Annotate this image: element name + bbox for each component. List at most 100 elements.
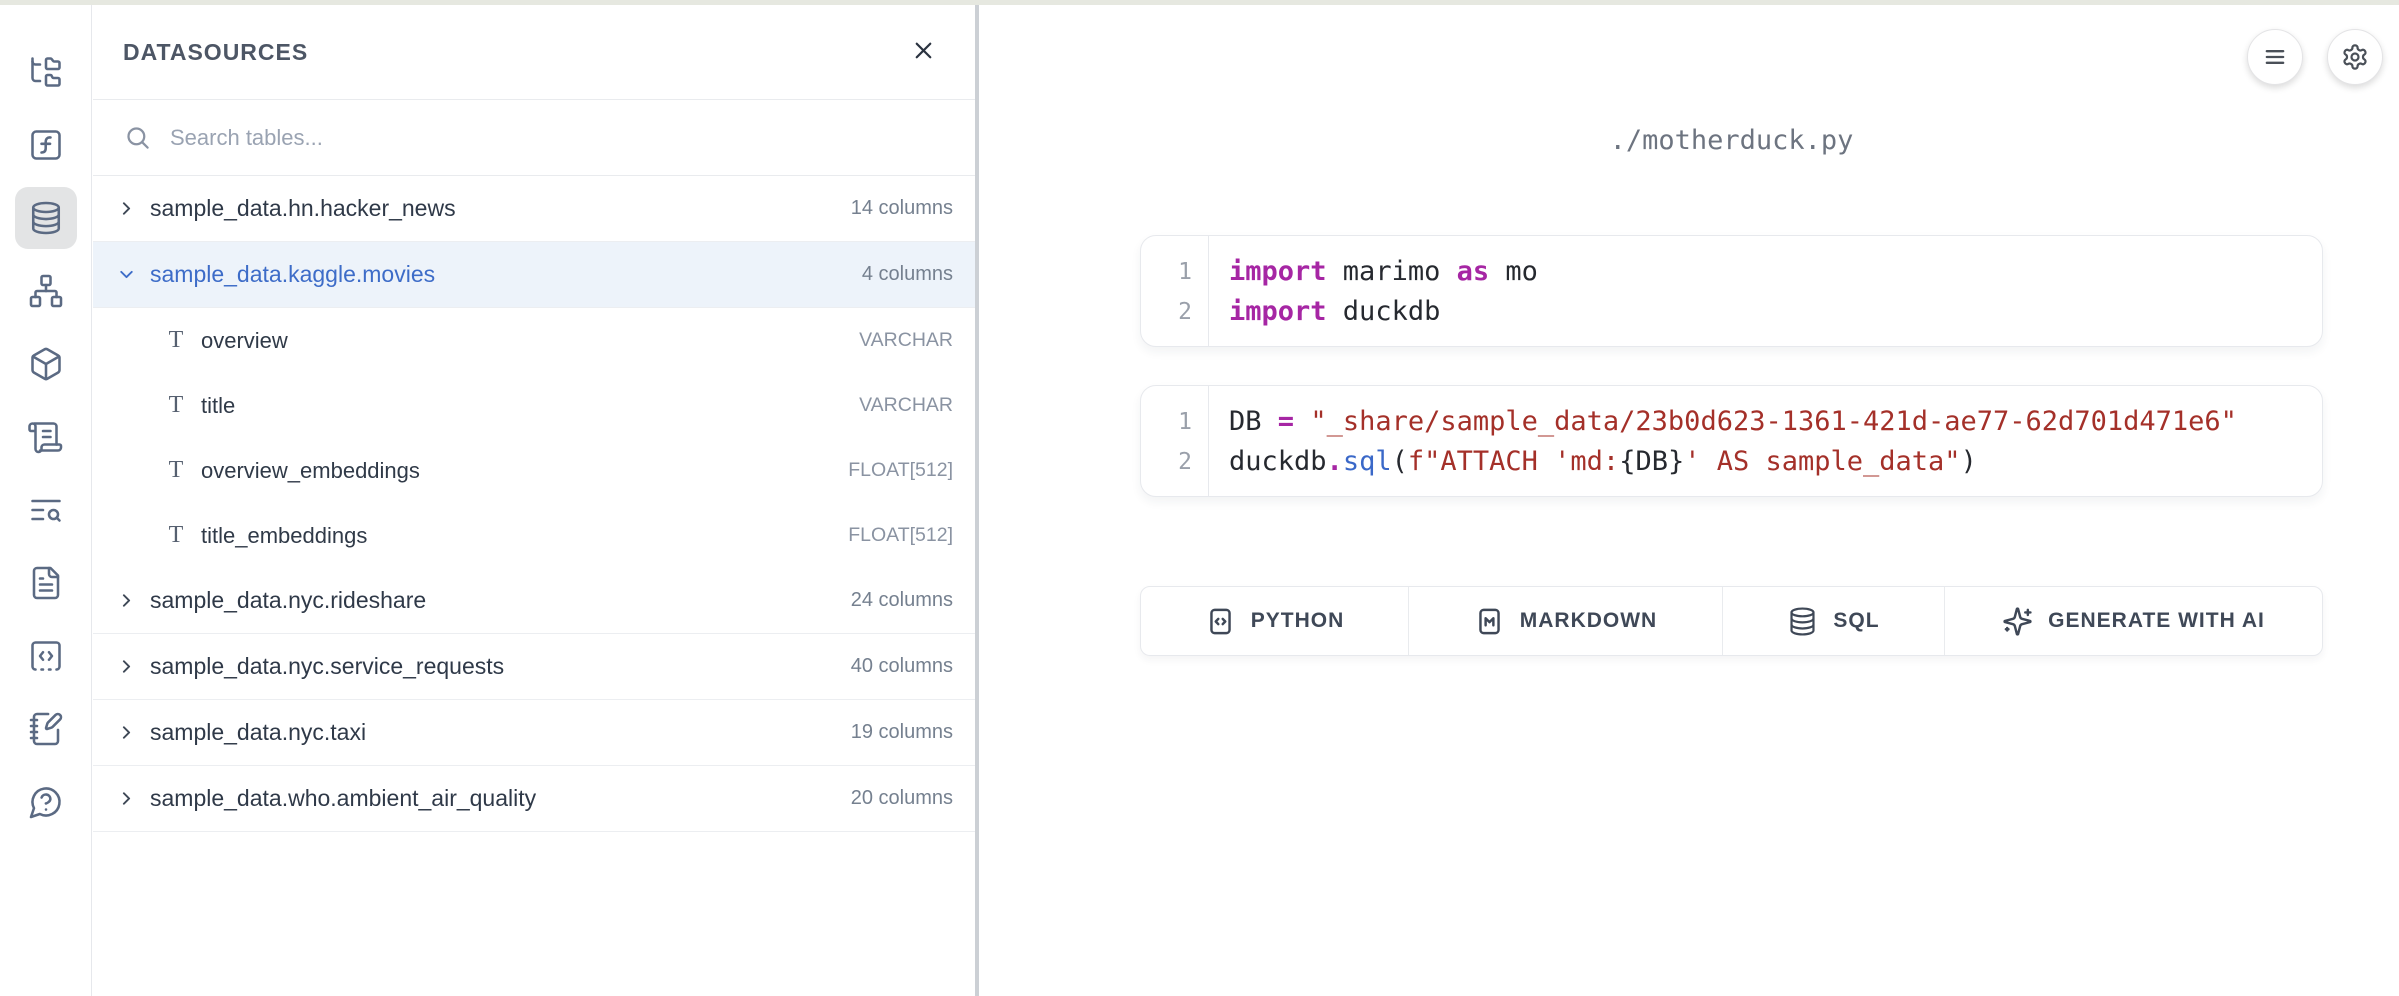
column-type: FLOAT[512] — [848, 459, 953, 482]
search-row — [93, 100, 975, 176]
table-column-count: 20 columns — [851, 787, 953, 810]
database-icon — [28, 200, 64, 236]
datasources-panel: DATASOURCES sample_data.hn.hacker_news 14… — [93, 5, 975, 996]
code-line: import duckdb — [1229, 292, 2322, 332]
code-editor[interactable]: DB = "_share/sample_data/23b0d623-1361-4… — [1209, 386, 2322, 496]
panel-title: DATASOURCES — [123, 39, 308, 66]
table-row[interactable]: sample_data.nyc.taxi 19 columns — [93, 700, 975, 766]
gear-icon — [2341, 43, 2369, 71]
column-type: VARCHAR — [859, 329, 953, 352]
text-search-icon — [28, 492, 64, 528]
notebook-pen-icon — [28, 711, 64, 747]
line-number: 2 — [1141, 292, 1192, 332]
code-line: duckdb.sql(f"ATTACH 'md:{DB}' AS sample_… — [1229, 442, 2322, 482]
rail-item-variables[interactable] — [15, 114, 77, 176]
table-column-count: 40 columns — [851, 655, 953, 678]
text-type-icon: T — [165, 392, 187, 419]
notebook-menu-button[interactable] — [2247, 29, 2303, 85]
table-name: sample_data.nyc.taxi — [150, 719, 366, 746]
activity-rail — [0, 5, 92, 996]
box-icon — [28, 346, 64, 382]
chevron-right-icon — [116, 656, 137, 677]
line-number-gutter: 12 — [1141, 386, 1209, 496]
rail-item-datasources[interactable] — [15, 187, 77, 249]
code-editor[interactable]: import marimo as moimport duckdb — [1209, 236, 2322, 346]
text-type-icon: T — [165, 522, 187, 549]
text-type-icon: T — [165, 457, 187, 484]
table-name: sample_data.nyc.rideshare — [150, 587, 426, 614]
chevron-down-icon — [116, 264, 137, 285]
function-square-icon — [28, 127, 64, 163]
notebook-filename[interactable]: ./motherduck.py — [1140, 125, 2323, 156]
x-icon — [910, 37, 937, 64]
column-name: title_embeddings — [201, 523, 367, 549]
network-icon — [28, 273, 64, 309]
code-line: DB = "_share/sample_data/23b0d623-1361-4… — [1229, 402, 2322, 442]
add-cell-generate-with-ai-button[interactable]: GENERATE WITH AI — [1945, 587, 2322, 655]
column-row[interactable]: Toverview_embeddings FLOAT[512] — [93, 438, 975, 503]
table-row[interactable]: sample_data.nyc.rideshare 24 columns — [93, 568, 975, 634]
code-line: import marimo as mo — [1229, 252, 2322, 292]
table-row[interactable]: sample_data.kaggle.movies 4 columns — [93, 242, 975, 308]
rail-item-documentation[interactable] — [15, 552, 77, 614]
square-code-icon — [28, 638, 64, 674]
column-name: title — [201, 393, 235, 419]
rail-item-logs[interactable] — [15, 406, 77, 468]
table-column-count: 24 columns — [851, 589, 953, 612]
tables-list: sample_data.hn.hacker_news14 columnssamp… — [93, 176, 975, 832]
add-cell-python-button[interactable]: PYTHON — [1141, 587, 1409, 655]
table-column-count: 14 columns — [851, 197, 953, 220]
add-cell-button-label: GENERATE WITH AI — [2048, 609, 2265, 633]
rail-item-snippets[interactable] — [15, 625, 77, 687]
settings-button[interactable] — [2327, 29, 2383, 85]
chevron-right-icon — [116, 198, 137, 219]
table-row[interactable]: sample_data.nyc.service_requests 40 colum… — [93, 634, 975, 700]
code-cell: 12 DB = "_share/sample_data/23b0d623-1361… — [1140, 385, 2323, 497]
table-name: sample_data.nyc.service_requests — [150, 653, 504, 680]
chevron-right-icon — [116, 788, 137, 809]
chevron-right-icon — [116, 722, 137, 743]
database-icon — [1787, 606, 1818, 637]
table-column-count: 19 columns — [851, 721, 953, 744]
add-cell-sql-button[interactable]: SQL — [1723, 587, 1945, 655]
rail-item-help[interactable] — [15, 771, 77, 833]
table-name: sample_data.who.ambient_air_quality — [150, 785, 536, 812]
scroll-text-icon — [28, 419, 64, 455]
rail-item-scratchpad[interactable] — [15, 698, 77, 760]
column-row[interactable]: Ttitle_embeddingsFLOAT[512] — [93, 503, 975, 568]
help-chat-icon — [28, 784, 64, 820]
add-cell-button-label: MARKDOWN — [1520, 609, 1657, 633]
rail-item-dependencies[interactable] — [15, 260, 77, 322]
line-number: 2 — [1141, 442, 1192, 482]
panel-header: DATASOURCES — [93, 5, 975, 100]
search-tables-input[interactable] — [168, 124, 955, 152]
rail-item-file-explorer[interactable] — [15, 41, 77, 103]
column-name: overview — [201, 328, 288, 354]
markdown-icon — [1474, 606, 1505, 637]
search-icon — [124, 124, 151, 151]
chevron-right-icon — [116, 590, 137, 611]
line-number-gutter: 12 — [1141, 236, 1209, 346]
add-cell-button-label: SQL — [1833, 609, 1879, 633]
table-column-count: 4 columns — [862, 263, 953, 286]
table-row[interactable]: sample_data.who.ambient_air_quality 20 co… — [93, 766, 975, 832]
add-cell-markdown-button[interactable]: MARKDOWN — [1409, 587, 1723, 655]
rail-item-tracing[interactable] — [15, 479, 77, 541]
file-text-icon — [28, 565, 64, 601]
column-name: overview_embeddings — [201, 458, 420, 484]
column-row[interactable]: Toverview VARCHAR — [93, 308, 975, 373]
table-name: sample_data.kaggle.movies — [150, 261, 435, 288]
table-row[interactable]: sample_data.hn.hacker_news 14 columns — [93, 176, 975, 242]
rail-item-packages[interactable] — [15, 333, 77, 395]
close-panel-button[interactable] — [910, 37, 937, 67]
table-name: sample_data.hn.hacker_news — [150, 195, 456, 222]
window-top-strip — [0, 0, 2399, 5]
column-row[interactable]: TtitleVARCHAR — [93, 373, 975, 438]
add-cell-bar: PYTHON MARKDOWN SQL GENERATE WITH AI — [1140, 586, 2323, 656]
panel-resize-handle[interactable] — [975, 5, 979, 996]
line-number: 1 — [1141, 402, 1192, 442]
line-number: 1 — [1141, 252, 1192, 292]
code-icon — [1205, 606, 1236, 637]
code-cell: 12import marimo as moimport duckdb — [1140, 235, 2323, 347]
text-type-icon: T — [165, 327, 187, 354]
